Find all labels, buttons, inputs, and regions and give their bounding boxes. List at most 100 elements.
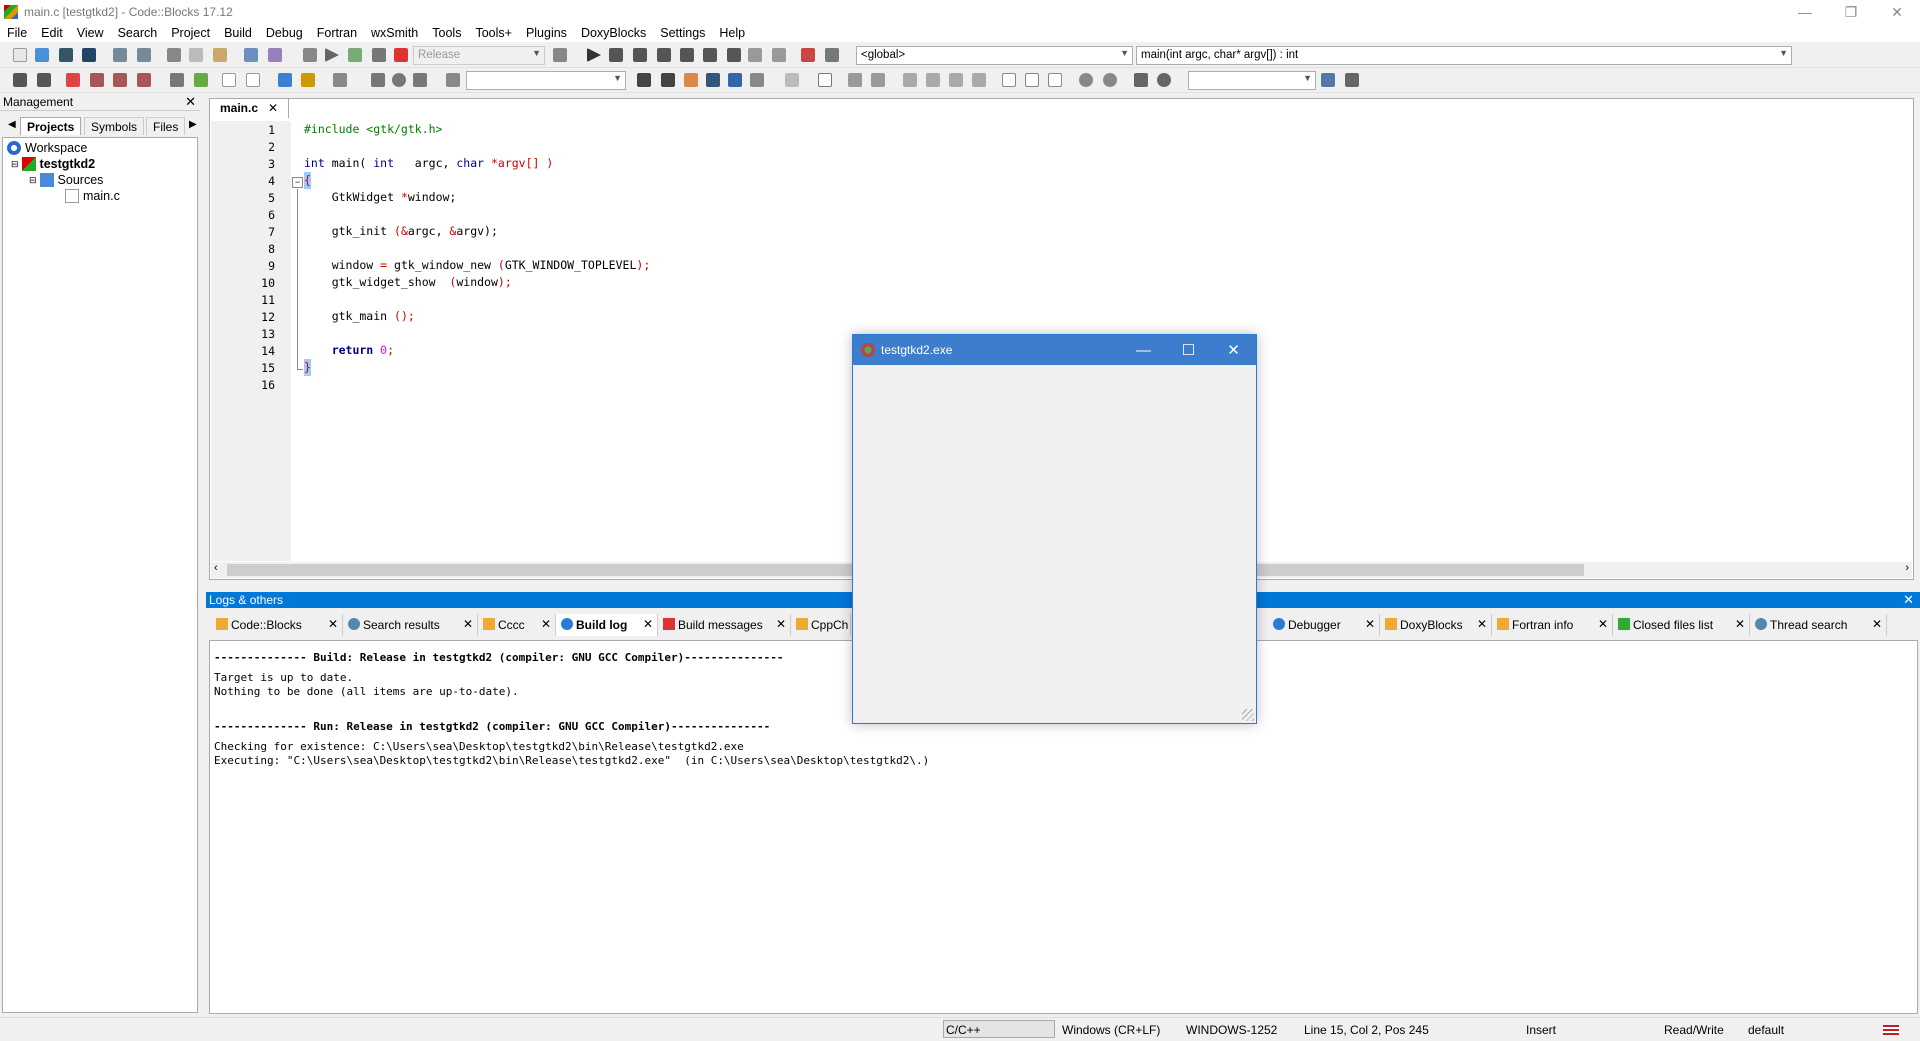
highlight-icon[interactable] (684, 73, 698, 87)
tree-workspace[interactable]: Workspace (7, 140, 87, 156)
tab-closed-files[interactable]: Closed files list ✕ (1613, 614, 1750, 636)
tab-codeblocks-log[interactable]: Code::Blocks ✕ (211, 614, 343, 636)
abort-icon[interactable] (394, 48, 408, 62)
run-icon[interactable] (325, 48, 339, 62)
close-icon[interactable]: ✕ (1477, 617, 1487, 631)
target-settings-icon[interactable] (553, 48, 567, 62)
dialog-titlebar[interactable]: testgtkd2.exe — ☐ ✕ (853, 335, 1256, 365)
thread-search-combo[interactable]: ▼ (1188, 71, 1316, 90)
run-to-cursor-icon[interactable] (609, 48, 623, 62)
next-instruction-icon[interactable] (703, 48, 717, 62)
dialog-maximize-button[interactable]: ☐ (1166, 335, 1211, 365)
save-all-icon[interactable] (82, 48, 96, 62)
thread-search-options-icon[interactable] (1345, 73, 1359, 87)
scope-select[interactable]: <global> ▼ (856, 46, 1133, 65)
search-prev-icon[interactable] (637, 73, 651, 87)
thread-search-icon[interactable] (1321, 73, 1335, 87)
dialog-minimize-button[interactable]: — (1121, 335, 1166, 365)
menu-file[interactable]: File (0, 26, 34, 40)
close-icon[interactable]: ✕ (463, 617, 473, 631)
search-next-icon[interactable] (661, 73, 675, 87)
redo-icon[interactable] (137, 48, 151, 62)
zoom-in-icon[interactable] (1079, 73, 1093, 87)
menu-edit[interactable]: Edit (34, 26, 70, 40)
fold-collapse-icon[interactable]: − (292, 177, 303, 188)
jump-back-icon[interactable] (371, 73, 385, 87)
panel-icon[interactable] (871, 73, 885, 87)
menu-plugins[interactable]: Plugins (519, 26, 574, 40)
undo-icon[interactable] (113, 48, 127, 62)
tab-scroll-left-icon[interactable]: ◀ (2, 117, 22, 135)
tab-thread-search[interactable]: Thread search ✕ (1750, 614, 1887, 636)
tab-main-c[interactable]: main.c ✕ (209, 98, 290, 118)
frame-icon[interactable] (818, 73, 832, 87)
debugging-windows-icon[interactable] (801, 48, 815, 62)
button-widget-icon[interactable] (1002, 73, 1016, 87)
minimize-button[interactable]: — (1782, 0, 1828, 24)
close-icon[interactable]: ✕ (328, 617, 338, 631)
restore-button[interactable]: ❐ (1828, 0, 1874, 24)
clear-icon[interactable] (446, 73, 460, 87)
close-icon[interactable]: ✕ (1872, 617, 1882, 631)
step-out-icon[interactable] (680, 48, 694, 62)
close-icon[interactable]: ✕ (541, 617, 551, 631)
dialog-close-button[interactable]: ✕ (1211, 335, 1256, 365)
build-run-icon[interactable] (348, 48, 362, 62)
replace-icon[interactable] (268, 48, 282, 62)
checkbox-widget-icon[interactable] (1048, 73, 1062, 87)
doxyblocks-config-icon[interactable] (278, 73, 292, 87)
menu-fortran[interactable]: Fortran (310, 26, 364, 40)
new-file-icon[interactable] (13, 48, 27, 62)
paste-icon[interactable] (213, 48, 227, 62)
tab-cccc[interactable]: Cccc ✕ (478, 614, 556, 636)
bookmark-prev-icon[interactable] (90, 73, 104, 87)
close-icon[interactable]: ✕ (1903, 592, 1914, 608)
menu-debug[interactable]: Debug (259, 26, 310, 40)
tab-doxyblocks[interactable]: DoxyBlocks ✕ (1380, 614, 1492, 636)
select-pointer-icon[interactable] (785, 73, 799, 87)
function-select[interactable]: main(int argc, char* argv[]) : int ▼ (1136, 46, 1792, 65)
save-icon[interactable] (59, 48, 73, 62)
close-icon[interactable]: ✕ (776, 617, 786, 631)
bookmark-toggle-icon[interactable] (66, 73, 80, 87)
bookmark-clear-icon[interactable] (137, 73, 151, 87)
jump-home-icon[interactable] (392, 73, 406, 87)
tab-projects[interactable]: Projects (20, 117, 82, 135)
regex-icon[interactable] (750, 73, 764, 87)
tab-debugger[interactable]: Debugger ✕ (1268, 614, 1380, 636)
back-icon[interactable] (13, 73, 27, 87)
selected-text-icon[interactable] (706, 73, 720, 87)
match-case-icon[interactable] (728, 73, 742, 87)
menu-build[interactable]: Build (217, 26, 259, 40)
dialog-icon[interactable] (848, 73, 862, 87)
comment-line-icon[interactable] (246, 73, 260, 87)
tree-folder-sources[interactable]: ⊟ Sources (29, 172, 103, 188)
scroll-left-icon[interactable]: ‹ (214, 562, 218, 574)
tree-project[interactable]: ⊟ testgtkd2 (11, 156, 95, 172)
tab-symbols[interactable]: Symbols (84, 117, 145, 135)
gridsizer-icon[interactable] (949, 73, 963, 87)
comment-block-icon[interactable] (222, 73, 236, 87)
find-icon[interactable] (244, 48, 258, 62)
tools-icon[interactable] (333, 73, 347, 87)
close-icon[interactable]: ✕ (1735, 617, 1745, 631)
copy-icon[interactable] (189, 48, 203, 62)
menu-wxsmith[interactable]: wxSmith (364, 26, 425, 40)
refresh-icon[interactable] (1157, 73, 1171, 87)
rebuild-icon[interactable] (372, 48, 386, 62)
symbol-s-icon[interactable] (1134, 73, 1148, 87)
close-icon[interactable]: ✕ (268, 101, 278, 115)
flexgrid-icon[interactable] (972, 73, 986, 87)
menu-settings[interactable]: Settings (653, 26, 712, 40)
forward-icon[interactable] (37, 73, 51, 87)
cut-icon[interactable] (167, 48, 181, 62)
menu-help[interactable]: Help (712, 26, 752, 40)
zoom-out-icon[interactable] (1103, 73, 1117, 87)
boxsizer-icon[interactable] (903, 73, 917, 87)
tab-files[interactable]: Files (146, 117, 186, 135)
collapse-icon[interactable]: ⊟ (29, 175, 37, 186)
info-icon[interactable] (825, 48, 839, 62)
doxywizard-icon[interactable] (301, 73, 315, 87)
build-icon[interactable] (303, 48, 317, 62)
step-into-icon[interactable] (657, 48, 671, 62)
